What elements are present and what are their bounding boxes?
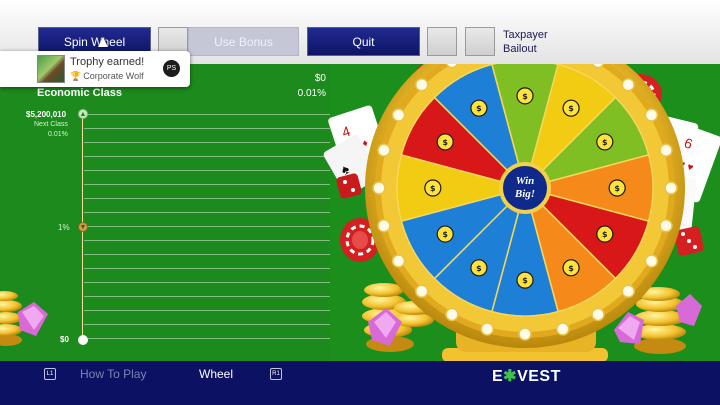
trophy-icon: 🏆 <box>70 71 82 81</box>
stock-chart-icon-glyph: $ <box>602 230 608 239</box>
gridline <box>84 282 330 283</box>
money-bag-icon-glyph: $ <box>522 92 528 101</box>
gridline <box>84 296 330 297</box>
trophy-title: Trophy earned! <box>70 56 145 68</box>
gold-bars-icon-glyph: $ <box>568 104 574 113</box>
next-class-percent: 0.01% <box>48 131 68 138</box>
trophy-name: Corporate Wolf <box>83 71 144 81</box>
next-class-label: Next Class <box>34 121 68 128</box>
gridline <box>84 324 330 325</box>
next-class-value: $5,200,010 <box>26 110 67 119</box>
coin-icon-glyph: $ <box>442 230 448 239</box>
light-bulb-icon <box>644 108 659 122</box>
gridline <box>84 338 330 339</box>
money-value: $0 <box>314 73 326 84</box>
prize-wheel: $ $ $ $ $ $ $ $ $ $ $ $ Win Big! <box>365 28 685 348</box>
gridline <box>84 310 330 311</box>
taxpayer-bailout-label: Taxpayer Bailout <box>503 28 563 56</box>
light-bulb-icon <box>391 254 406 268</box>
trophy-name-row: 🏆 Corporate Wolf <box>70 71 144 82</box>
coin-icon-glyph: $ <box>568 264 574 273</box>
playstation-icon: PS <box>163 60 180 77</box>
pointer-cursor-icon <box>98 37 108 47</box>
next-class-marker-icon: ▲ <box>78 109 88 119</box>
gridline <box>84 240 330 241</box>
light-bulb-icon <box>659 219 673 233</box>
gridline <box>84 170 330 171</box>
wheel-center-line1: Win <box>516 175 535 187</box>
light-bulb-icon <box>372 181 386 195</box>
light-bulb-icon <box>415 78 429 92</box>
money-percent: 0.01% <box>297 88 326 99</box>
gridline <box>84 198 330 199</box>
computer-network-icon-glyph: $ <box>476 104 482 113</box>
gridline <box>84 114 330 115</box>
light-bulb-icon <box>591 307 605 322</box>
gridline <box>84 212 330 213</box>
stock-chart-icon-glyph: $ <box>442 138 448 147</box>
trophy-avatar <box>37 55 65 83</box>
economic-class-title: Economic Class <box>37 87 122 99</box>
gridline <box>84 226 330 227</box>
gridline <box>84 128 330 129</box>
light-bulb-icon <box>664 181 678 195</box>
zero-label: $0 <box>60 335 69 344</box>
light-bulb-icon <box>377 219 391 233</box>
taxpayer-line2: Bailout <box>503 43 537 55</box>
one-percent-label: 1% <box>58 223 70 232</box>
tab-wheel[interactable]: Wheel <box>199 367 233 381</box>
money-bag-icon-glyph: $ <box>602 138 608 147</box>
gold-bars-icon-glyph: $ <box>430 184 436 193</box>
light-bulb-icon <box>480 322 494 336</box>
light-bulb-icon <box>415 284 429 298</box>
gridline <box>84 142 330 143</box>
light-bulb-icon <box>659 143 673 157</box>
gridline <box>84 268 330 269</box>
gridline <box>84 254 330 255</box>
logo-star-icon: ✱ <box>503 368 518 385</box>
one-percent-marker-icon: ▼ <box>78 222 88 232</box>
current-position-marker <box>78 335 88 345</box>
quit-button[interactable]: Quit <box>307 27 420 56</box>
taxpayer-bailout-checkbox[interactable] <box>465 27 495 56</box>
r1-button-icon: R1 <box>270 368 282 380</box>
house-icon-glyph: $ <box>522 276 528 285</box>
tab-how-to-play[interactable]: How To Play <box>80 367 146 381</box>
light-bulb-icon <box>621 78 635 92</box>
light-bulb-icon <box>445 307 459 322</box>
light-bulb-icon <box>391 108 406 122</box>
use-bonus-button[interactable]: Use Bonus <box>188 27 299 56</box>
gridline <box>84 156 330 157</box>
wheel-center-line2: Big! <box>514 188 535 200</box>
l1-button-icon: L1 <box>44 368 56 380</box>
computer-network-icon-glyph: $ <box>476 264 482 273</box>
light-bulb-icon <box>518 327 532 341</box>
light-bulb-icon <box>377 143 391 157</box>
evest-logo: E✱VEST <box>492 366 561 386</box>
light-bulb-icon <box>644 254 659 268</box>
gridline <box>84 184 330 185</box>
logo-left: E <box>492 368 504 385</box>
light-bulb-icon <box>556 322 570 336</box>
logo-right: VEST <box>517 368 561 385</box>
trophy-notification: Trophy earned! 🏆 Corporate Wolf PS <box>0 51 190 87</box>
bonus-checkbox[interactable] <box>427 27 457 56</box>
taxpayer-line1: Taxpayer <box>503 29 548 41</box>
house-icon-glyph: $ <box>614 184 620 193</box>
light-bulb-icon <box>621 284 635 298</box>
